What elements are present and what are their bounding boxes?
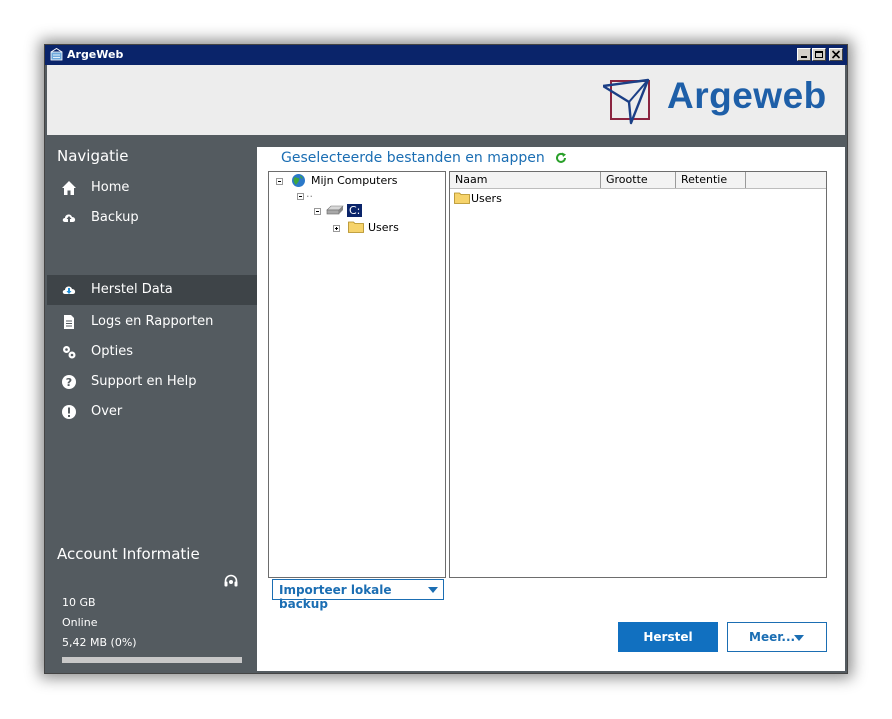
brand-name: Argeweb: [667, 75, 827, 116]
globe-icon: [292, 174, 305, 187]
account-quota: 10 GB: [62, 596, 96, 609]
close-icon: [831, 50, 841, 59]
home-icon: [62, 181, 76, 195]
sidebar-item-label: Backup: [91, 210, 139, 225]
tree-unnamed-label[interactable]: ..: [306, 187, 313, 200]
sidebar-item-home[interactable]: Home: [47, 173, 257, 203]
sidebar-item-label: Support en Help: [91, 374, 197, 389]
storage-progress-bar: [62, 657, 242, 663]
chevron-down-icon: [428, 587, 438, 593]
refresh-icon[interactable]: [555, 152, 567, 164]
account-used: 5,42 MB (0%): [62, 636, 137, 649]
sidebar-item-backup[interactable]: Backup: [47, 203, 257, 233]
title-bar[interactable]: ArgeWeb: [45, 45, 847, 65]
sidebar-item-herstel-data[interactable]: Herstel Data: [47, 275, 257, 305]
import-backup-button[interactable]: Importeer lokale backup: [272, 579, 444, 611]
sidebar-item-logs[interactable]: Logs en Rapporten: [47, 307, 257, 337]
tree-drive-label[interactable]: C:: [347, 204, 363, 217]
file-list[interactable]: Naam Grootte Retentie Users: [449, 171, 827, 578]
minimize-icon: [801, 56, 807, 58]
cloud-download-icon: [62, 286, 76, 294]
sidebar-item-label: Home: [91, 180, 130, 195]
folder-icon: [454, 192, 470, 204]
sidebar-item-label: Opties: [91, 344, 133, 359]
main-content: Geselecteerde bestanden en mappen Mijn C…: [257, 147, 845, 671]
account-title: Account Informatie: [57, 545, 200, 563]
tree-folder-label[interactable]: Users: [368, 221, 399, 234]
more-button[interactable]: Meer...: [727, 622, 827, 652]
cloud-upload-icon: [62, 214, 76, 222]
list-header: Naam Grootte Retentie: [450, 172, 826, 189]
gears-icon: [63, 346, 76, 359]
collapse-toggle[interactable]: [276, 178, 283, 185]
collapse-toggle[interactable]: [297, 193, 304, 200]
header-banner: Argeweb: [47, 65, 845, 135]
drive-icon: [326, 205, 344, 215]
sidebar: Navigatie Home Backup Herstel Data Logs …: [47, 137, 257, 671]
sidebar-item-support[interactable]: ? Support en Help: [47, 367, 257, 397]
account-status: Online: [62, 616, 98, 629]
folder-icon: [348, 221, 364, 233]
sidebar-item-label: Herstel Data: [91, 282, 173, 297]
document-icon: [64, 315, 74, 329]
argeweb-logo-icon: [603, 78, 650, 125]
import-backup-label: Importeer lokale backup: [279, 583, 392, 611]
sidebar-item-opties[interactable]: Opties: [47, 337, 257, 367]
help-icon: ?: [62, 375, 76, 389]
folder-tree[interactable]: Mijn Computers .. C: Users: [268, 171, 446, 578]
minimize-button[interactable]: [797, 48, 811, 61]
window-title: ArgeWeb: [67, 48, 124, 61]
sidebar-title: Navigatie: [57, 147, 129, 165]
chevron-down-icon: [794, 635, 804, 641]
support-headset-icon[interactable]: [223, 573, 239, 589]
column-header-grootte[interactable]: Grootte: [601, 172, 676, 188]
expand-toggle[interactable]: [333, 225, 340, 232]
column-header-retentie[interactable]: Retentie: [676, 172, 746, 188]
sidebar-item-label: Over: [91, 404, 123, 419]
list-item-name: Users: [471, 192, 502, 205]
tree-root-label[interactable]: Mijn Computers: [311, 174, 398, 187]
more-label: Meer...: [749, 630, 796, 644]
column-header-naam[interactable]: Naam: [450, 172, 601, 188]
restore-button[interactable]: Herstel: [618, 622, 718, 652]
info-icon: [62, 405, 76, 419]
close-button[interactable]: [829, 48, 843, 61]
app-icon: [50, 48, 63, 61]
maximize-icon: [815, 51, 823, 58]
svg-text:?: ?: [66, 376, 72, 389]
maximize-button[interactable]: [812, 48, 826, 61]
sidebar-item-over[interactable]: Over: [47, 397, 257, 427]
page-title: Geselecteerde bestanden en mappen: [281, 150, 545, 166]
sidebar-item-label: Logs en Rapporten: [91, 314, 214, 329]
collapse-toggle[interactable]: [314, 208, 321, 215]
app-window: ArgeWeb Argeweb Navigatie Home Backup He…: [44, 44, 848, 674]
